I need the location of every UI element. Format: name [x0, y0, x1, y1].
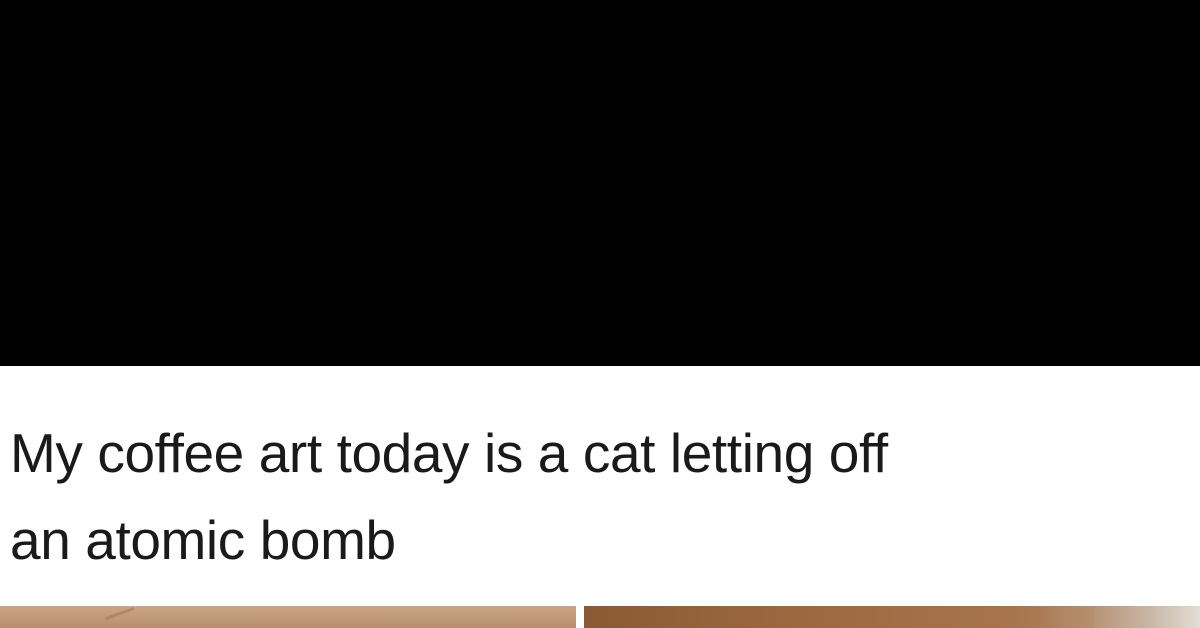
- meme-post: My coffee art today is a cat letting off…: [0, 0, 1200, 628]
- caption-line-1: My coffee art today is a cat letting off: [10, 422, 888, 484]
- black-redacted-area: [0, 0, 1200, 366]
- post-caption: My coffee art today is a cat letting off…: [10, 410, 1180, 584]
- caption-line-2: an atomic bomb: [10, 509, 396, 571]
- photo-divider: [576, 606, 584, 628]
- photo-strip: [0, 606, 1200, 628]
- coffee-photo-right: [584, 606, 1200, 628]
- coffee-photo-left: [0, 606, 576, 628]
